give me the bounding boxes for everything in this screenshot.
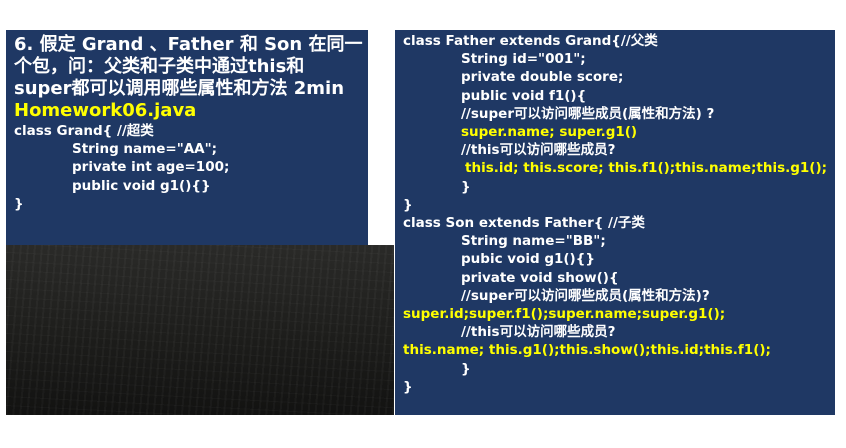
question-line-3: super都可以调用哪些属性和方法 2min [14,78,345,99]
father-super-comment: //super可以访问哪些成员(属性和方法) ? [461,105,715,122]
code-panel: class Father extends Grand{//父类 String i… [395,30,835,415]
father-this-answer: this.id; this.score; this.f1();this.name… [465,160,828,177]
son-this-comment: //this可以访问哪些成员? [461,324,616,341]
son-method-g1: pubic void g1(){} [461,251,595,268]
father-field-id: String id="001"; [461,51,586,68]
father-method-close: } [461,178,471,195]
son-class-header: class Son extends Father{ //子类 [403,215,645,232]
son-super-answer: super.id;super.f1();super.name;super.g1(… [403,306,726,323]
homework-filename: Homework06.java [14,100,197,121]
son-this-answer: this.name; this.g1();this.show();this.id… [403,342,771,359]
son-field-name: String name="BB"; [461,233,606,250]
father-super-answer: super.name; super.g1() [461,124,638,141]
grand-field-name: String name="AA"; [72,141,218,158]
father-method-f1: public void f1(){ [461,87,587,104]
father-field-score: private double score; [461,69,624,86]
grand-field-age: private int age=100; [72,159,230,176]
son-class-close: } [403,378,413,395]
son-super-comment: //super可以访问哪些成员(属性和方法)? [461,287,710,304]
father-class-close: } [403,196,413,213]
father-class-header: class Father extends Grand{//父类 [403,33,658,49]
question-panel: 6. 假定 Grand 、Father 和 Son 在同一 个包，问：父类和子类… [6,30,368,245]
son-method-show: private void show(){ [461,269,619,286]
grand-class-header: class Grand{ //超类 [14,123,154,139]
question-line-2: 个包，问：父类和子类中通过this和 [14,56,305,77]
grand-method-g1: public void g1(){} [72,177,211,194]
grand-class-close: } [14,195,24,212]
chalkboard-image [6,245,394,415]
son-method-close: } [461,360,471,377]
question-line-1: 6. 假定 Grand 、Father 和 Son 在同一 [14,34,363,55]
father-this-comment: //this可以访问哪些成员? [461,142,616,159]
